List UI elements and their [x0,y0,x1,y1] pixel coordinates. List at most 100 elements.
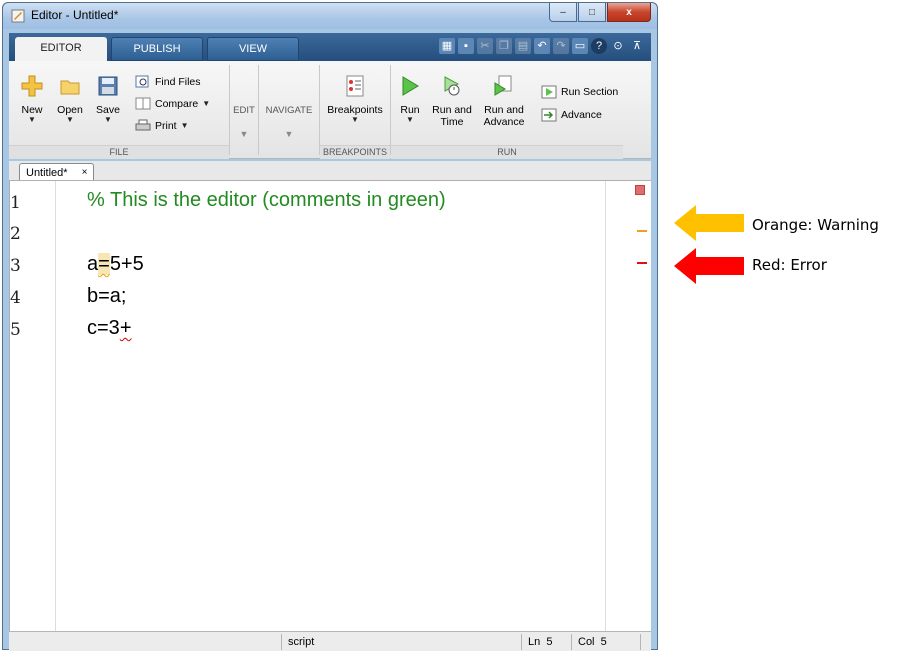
file-group: New ▼ Open ▼ Save ▼ Find Files Compare ▼… [9,61,229,159]
layout-icon[interactable]: ▦ [439,38,455,54]
expand-menu-icon[interactable]: ⊙ [610,38,626,54]
open-dropdown-icon: ▼ [66,115,74,124]
title-bar[interactable]: Editor - Untitled* – □ x [3,3,657,29]
advance-button[interactable]: Advance [541,108,602,122]
cut-icon[interactable]: ✂ [477,38,493,54]
run-and-time-label-2: Time [440,116,464,128]
warning-token: = [98,253,110,275]
undo-icon[interactable]: ↶ [534,38,550,54]
code-line-5[interactable]: c=3+ [87,317,132,340]
advance-icon [541,108,557,122]
new-plus-icon [21,75,43,97]
run-and-time-icon [444,76,460,96]
close-button[interactable]: x [607,3,651,22]
help-icon[interactable]: ? [591,38,607,54]
message-bar[interactable] [605,181,651,631]
window-title: Editor - Untitled* [31,8,119,22]
line-number-gutter: 1 2 3 4 5 [10,181,56,631]
line-number: 1 [10,193,21,213]
edit-expand-icon: ▼ [239,129,249,139]
compare-icon [135,97,151,110]
minimize-button[interactable]: – [549,3,577,22]
find-files-button[interactable]: Find Files [135,75,201,89]
code-line-comment[interactable]: % This is the editor (comments in green) [87,189,446,212]
folder-icon [60,80,80,95]
breakpoints-group: Breakpoints ▼ BREAKPOINTS [320,61,390,159]
error-status-indicator[interactable] [635,185,645,195]
open-button[interactable]: Open ▼ [53,75,87,124]
code-line-3[interactable]: a=5+5 [87,253,144,276]
warning-arrow-icon [674,205,744,241]
ln-label: Ln [528,636,541,648]
warning-marker[interactable] [637,230,647,232]
close-tab-icon[interactable]: × [82,167,88,178]
code-editor[interactable]: 1 2 3 4 5 % This is the editor (comments… [9,181,651,631]
tab-view[interactable]: VIEW [207,37,299,61]
run-and-time-label-1: Run and [432,104,472,116]
copy-icon[interactable]: ❐ [496,38,512,54]
run-and-advance-icon [494,75,512,96]
run-and-time-button[interactable]: Run and Time [429,75,475,128]
code-text: c=3 [87,317,120,339]
print-label: Print [155,120,177,132]
run-and-advance-label-1: Run and [484,104,524,116]
run-dropdown-icon: ▼ [406,115,414,124]
code-line-4[interactable]: b=a; [87,285,126,308]
edit-label: EDIT [233,105,255,116]
new-dropdown-icon: ▼ [28,115,36,124]
code-text: a [87,253,99,275]
run-section-button[interactable]: Run Section [541,85,618,99]
quick-access-toolbar: ▦ ▪ ✂ ❐ ▤ ↶ ↷ ▭ ? ⊙ ⊼ [439,38,645,54]
close-icon: x [626,6,632,18]
maximize-button[interactable]: □ [578,3,606,22]
error-token: + [119,317,132,339]
error-marker[interactable] [637,262,647,264]
compare-button[interactable]: Compare ▼ [135,97,210,111]
switch-windows-icon[interactable]: ▭ [572,38,588,54]
maximize-icon: □ [588,6,596,18]
status-bar: script Ln 5 Col 5 [9,631,651,651]
navigate-group[interactable]: NAVIGATE ▼ [259,61,319,159]
collapse-toolstrip-icon[interactable]: ⊼ [629,38,645,54]
compare-label: Compare [155,98,199,110]
column-status: Col 5 [571,634,641,650]
paste-icon[interactable]: ▤ [515,38,531,54]
col-label: Col [578,636,595,648]
print-button[interactable]: Print ▼ [135,119,189,133]
find-files-icon [135,75,149,88]
advance-label: Advance [561,109,602,121]
run-section-icon [541,85,557,99]
breakpoints-dropdown-icon: ▼ [351,115,359,124]
run-button[interactable]: Run ▼ [395,75,425,124]
tab-editor[interactable]: EDITOR [15,37,107,61]
code-text: 5+5 [109,253,144,275]
line-status: Ln 5 [521,634,571,650]
file-type-status: script [281,634,521,650]
new-button[interactable]: New ▼ [15,75,49,124]
run-and-advance-label-2: Advance [483,116,525,128]
run-section-label: Run Section [561,86,619,98]
print-dropdown-icon: ▼ [180,121,189,130]
run-play-icon [402,76,419,96]
minimize-icon: – [560,6,566,18]
breakpoints-group-label: BREAKPOINTS [320,145,390,159]
navigate-label: NAVIGATE [265,105,313,116]
doc-tab-untitled[interactable]: Untitled* × [19,163,95,180]
save-dropdown-icon: ▼ [104,115,112,124]
tab-publish[interactable]: PUBLISH [111,37,203,61]
line-number: 3 [10,256,21,276]
save-quick-icon[interactable]: ▪ [458,38,474,54]
find-files-label: Find Files [155,76,201,88]
edit-group[interactable]: EDIT ▼ [230,61,258,159]
save-button[interactable]: Save ▼ [91,75,125,124]
line-number: 5 [10,320,21,340]
run-group-label: RUN [391,145,623,159]
ln-value: 5 [546,636,553,648]
breakpoints-button[interactable]: Breakpoints ▼ [324,75,386,124]
error-arrow-icon [674,248,744,284]
run-and-advance-button[interactable]: Run and Advance [479,75,529,128]
redo-icon[interactable]: ↷ [553,38,569,54]
editor-window: Editor - Untitled* – □ x EDITOR PUBLISH … [2,2,658,651]
printer-icon [135,119,151,131]
document-tab-strip: Untitled* × [9,161,651,181]
